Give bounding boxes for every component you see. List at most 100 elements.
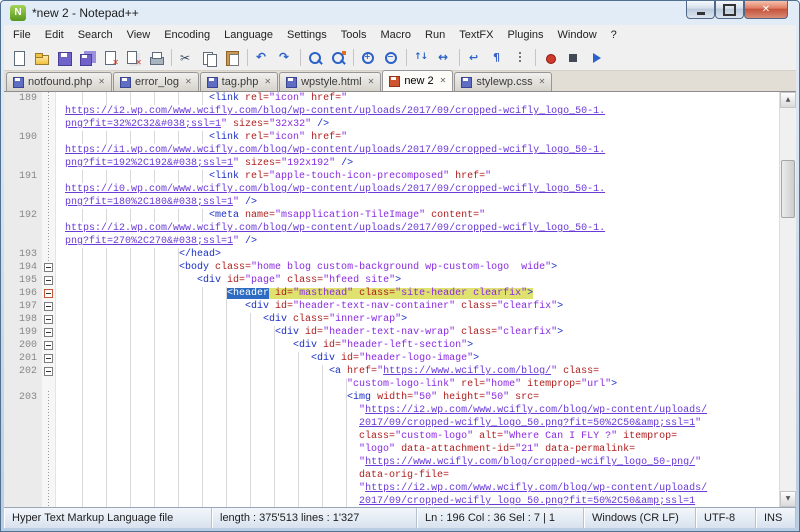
fold-collapse-marker[interactable] (44, 276, 53, 285)
code-row[interactable]: class="custom-logo" alt="Where Can I FLY… (59, 430, 779, 443)
menu-item-file[interactable]: File (6, 26, 38, 44)
tab-wpstyle-html[interactable]: wpstyle.html✕ (279, 72, 381, 91)
copy-button[interactable] (198, 47, 221, 69)
code-text[interactable]: <link rel="icon" href="https://i2.wp.com… (56, 92, 779, 131)
tab-close-icon[interactable]: ✕ (185, 78, 192, 86)
code-row[interactable]: https://i1.wp.com/www.wcifly.com/blog/wp… (59, 144, 779, 157)
code-row[interactable]: <header id="masthead" class="site-header… (59, 287, 779, 300)
indent-guide-button[interactable] (509, 47, 532, 69)
menu-item-macro[interactable]: Macro (373, 26, 418, 44)
code-row[interactable]: <link rel="apple-touch-icon-precomposed"… (59, 170, 779, 183)
code-view[interactable]: 189<link rel="icon" href="https://i2.wp.… (4, 92, 779, 507)
code-text[interactable]: <header id="masthead" class="site-header… (56, 287, 779, 300)
find-button[interactable] (304, 47, 327, 69)
menu-item-search[interactable]: Search (71, 26, 120, 44)
cut-button[interactable] (175, 47, 198, 69)
code-row[interactable]: "https://www.wcifly.com/blog/cropped-wci… (59, 456, 779, 469)
close-all-button[interactable] (122, 47, 145, 69)
new-file-button[interactable] (7, 47, 30, 69)
close-file-button[interactable] (99, 47, 122, 69)
code-row[interactable]: </head> (59, 248, 779, 261)
scroll-up-arrow-icon[interactable] (780, 92, 796, 108)
tab-notfound-php[interactable]: notfound.php✕ (6, 72, 112, 91)
sync-v-scroll-button[interactable] (410, 47, 433, 69)
tab-close-icon[interactable]: ✕ (264, 78, 271, 86)
code-row[interactable]: <div id="header-left-section"> (59, 339, 779, 352)
fold-collapse-marker[interactable] (44, 367, 53, 376)
menu-item-settings[interactable]: Settings (280, 26, 334, 44)
tab-close-icon[interactable]: ✕ (368, 78, 375, 86)
code-row[interactable]: png?fit=180%2C180&#038;ssl=1" /> (59, 196, 779, 209)
menu-item-view[interactable]: View (120, 26, 158, 44)
fold-collapse-marker[interactable] (44, 341, 53, 350)
scrollbar-track[interactable] (780, 108, 796, 491)
menu-item-edit[interactable]: Edit (38, 26, 71, 44)
code-row[interactable]: data-orig-file= (59, 469, 779, 482)
code-text[interactable]: <meta name="msapplication-TileImage" con… (56, 209, 779, 248)
zoom-in-button[interactable] (357, 47, 380, 69)
tab-error-log[interactable]: error_log✕ (113, 72, 199, 91)
code-text[interactable]: <a href="https://www.wcifly.com/blog/" c… (56, 365, 779, 391)
editor-area[interactable]: 189<link rel="icon" href="https://i2.wp.… (4, 92, 796, 507)
sync-h-scroll-button[interactable] (433, 47, 456, 69)
code-row[interactable]: <a href="https://www.wcifly.com/blog/" c… (59, 365, 779, 378)
code-text[interactable]: <div id="header-left-section"> (56, 339, 779, 352)
fold-collapse-marker[interactable] (44, 289, 53, 298)
code-row[interactable]: png?fit=192%2C192&#038;ssl=1" sizes="192… (59, 157, 779, 170)
tab-new-2[interactable]: new 2✕ (382, 70, 453, 91)
code-row[interactable]: <div id="header-text-nav-wrap" class="cl… (59, 326, 779, 339)
replace-button[interactable] (327, 47, 350, 69)
code-text[interactable]: <div id="page" class="hfeed site"> (56, 274, 779, 287)
save-file-button[interactable] (53, 47, 76, 69)
play-macro-button[interactable] (585, 47, 608, 69)
show-all-chars-button[interactable] (486, 47, 509, 69)
maximize-button[interactable] (715, 1, 744, 19)
fold-collapse-marker[interactable] (44, 302, 53, 311)
menu-item-encoding[interactable]: Encoding (157, 26, 217, 44)
code-row[interactable]: "logo" data-attachment-id="21" data-perm… (59, 443, 779, 456)
title-bar[interactable]: *new 2 - Notepad++ (4, 1, 796, 25)
scroll-down-arrow-icon[interactable] (780, 491, 796, 507)
code-row[interactable]: <link rel="icon" href=" (59, 92, 779, 105)
code-text[interactable]: </head> (56, 248, 779, 261)
code-row[interactable]: <link rel="icon" href=" (59, 131, 779, 144)
code-text[interactable]: <link rel="apple-touch-icon-precomposed"… (56, 170, 779, 209)
vertical-scrollbar[interactable] (779, 92, 796, 507)
save-all-button[interactable] (76, 47, 99, 69)
tab-stylewp-css[interactable]: stylewp.css✕ (454, 72, 552, 91)
code-row[interactable]: https://i0.wp.com/www.wcifly.com/blog/wp… (59, 183, 779, 196)
code-text[interactable]: <div id="header-logo-image"> (56, 352, 779, 365)
code-row[interactable]: <img width="50" height="50" src= (59, 391, 779, 404)
fold-collapse-marker[interactable] (44, 354, 53, 363)
code-row[interactable]: 2017/09/cropped-wcifly logo 50.png?fit=5… (59, 495, 779, 507)
code-text[interactable]: <img width="50" height="50" src= "https:/… (56, 391, 779, 507)
fold-collapse-marker[interactable] (44, 315, 53, 324)
menu-item-run[interactable]: Run (418, 26, 452, 44)
code-row[interactable]: <meta name="msapplication-TileImage" con… (59, 209, 779, 222)
zoom-out-button[interactable] (380, 47, 403, 69)
code-row[interactable]: <div id="header-logo-image"> (59, 352, 779, 365)
word-wrap-button[interactable] (463, 47, 486, 69)
minimize-button[interactable] (686, 1, 715, 19)
code-text[interactable]: <body class="home blog custom-background… (56, 261, 779, 274)
redo-button[interactable] (274, 47, 297, 69)
menu-item-language[interactable]: Language (217, 26, 280, 44)
code-row[interactable]: "https://i2.wp.com/www.wcifly.com/blog/w… (59, 482, 779, 495)
code-row[interactable]: "custom-logo-link" rel="home" itemprop="… (59, 378, 779, 391)
code-row[interactable]: <body class="home blog custom-background… (59, 261, 779, 274)
menu-item-help[interactable]: ? (604, 26, 624, 44)
menu-item-tools[interactable]: Tools (334, 26, 374, 44)
code-row[interactable]: https://i2.wp.com/www.wcifly.com/blog/wp… (59, 222, 779, 235)
code-row[interactable]: <div id="page" class="hfeed site"> (59, 274, 779, 287)
scrollbar-thumb[interactable] (781, 160, 795, 218)
menu-item-textfx[interactable]: TextFX (452, 26, 500, 44)
fold-collapse-marker[interactable] (44, 328, 53, 337)
code-row[interactable]: <div class="inner-wrap"> (59, 313, 779, 326)
close-button[interactable] (744, 1, 788, 19)
code-text[interactable]: <link rel="icon" href="https://i1.wp.com… (56, 131, 779, 170)
menu-item-plugins[interactable]: Plugins (500, 26, 550, 44)
tab-close-icon[interactable]: ✕ (539, 78, 546, 86)
code-text[interactable]: <div id="header-text-nav-wrap" class="cl… (56, 326, 779, 339)
fold-collapse-marker[interactable] (44, 263, 53, 272)
paste-button[interactable] (221, 47, 244, 69)
